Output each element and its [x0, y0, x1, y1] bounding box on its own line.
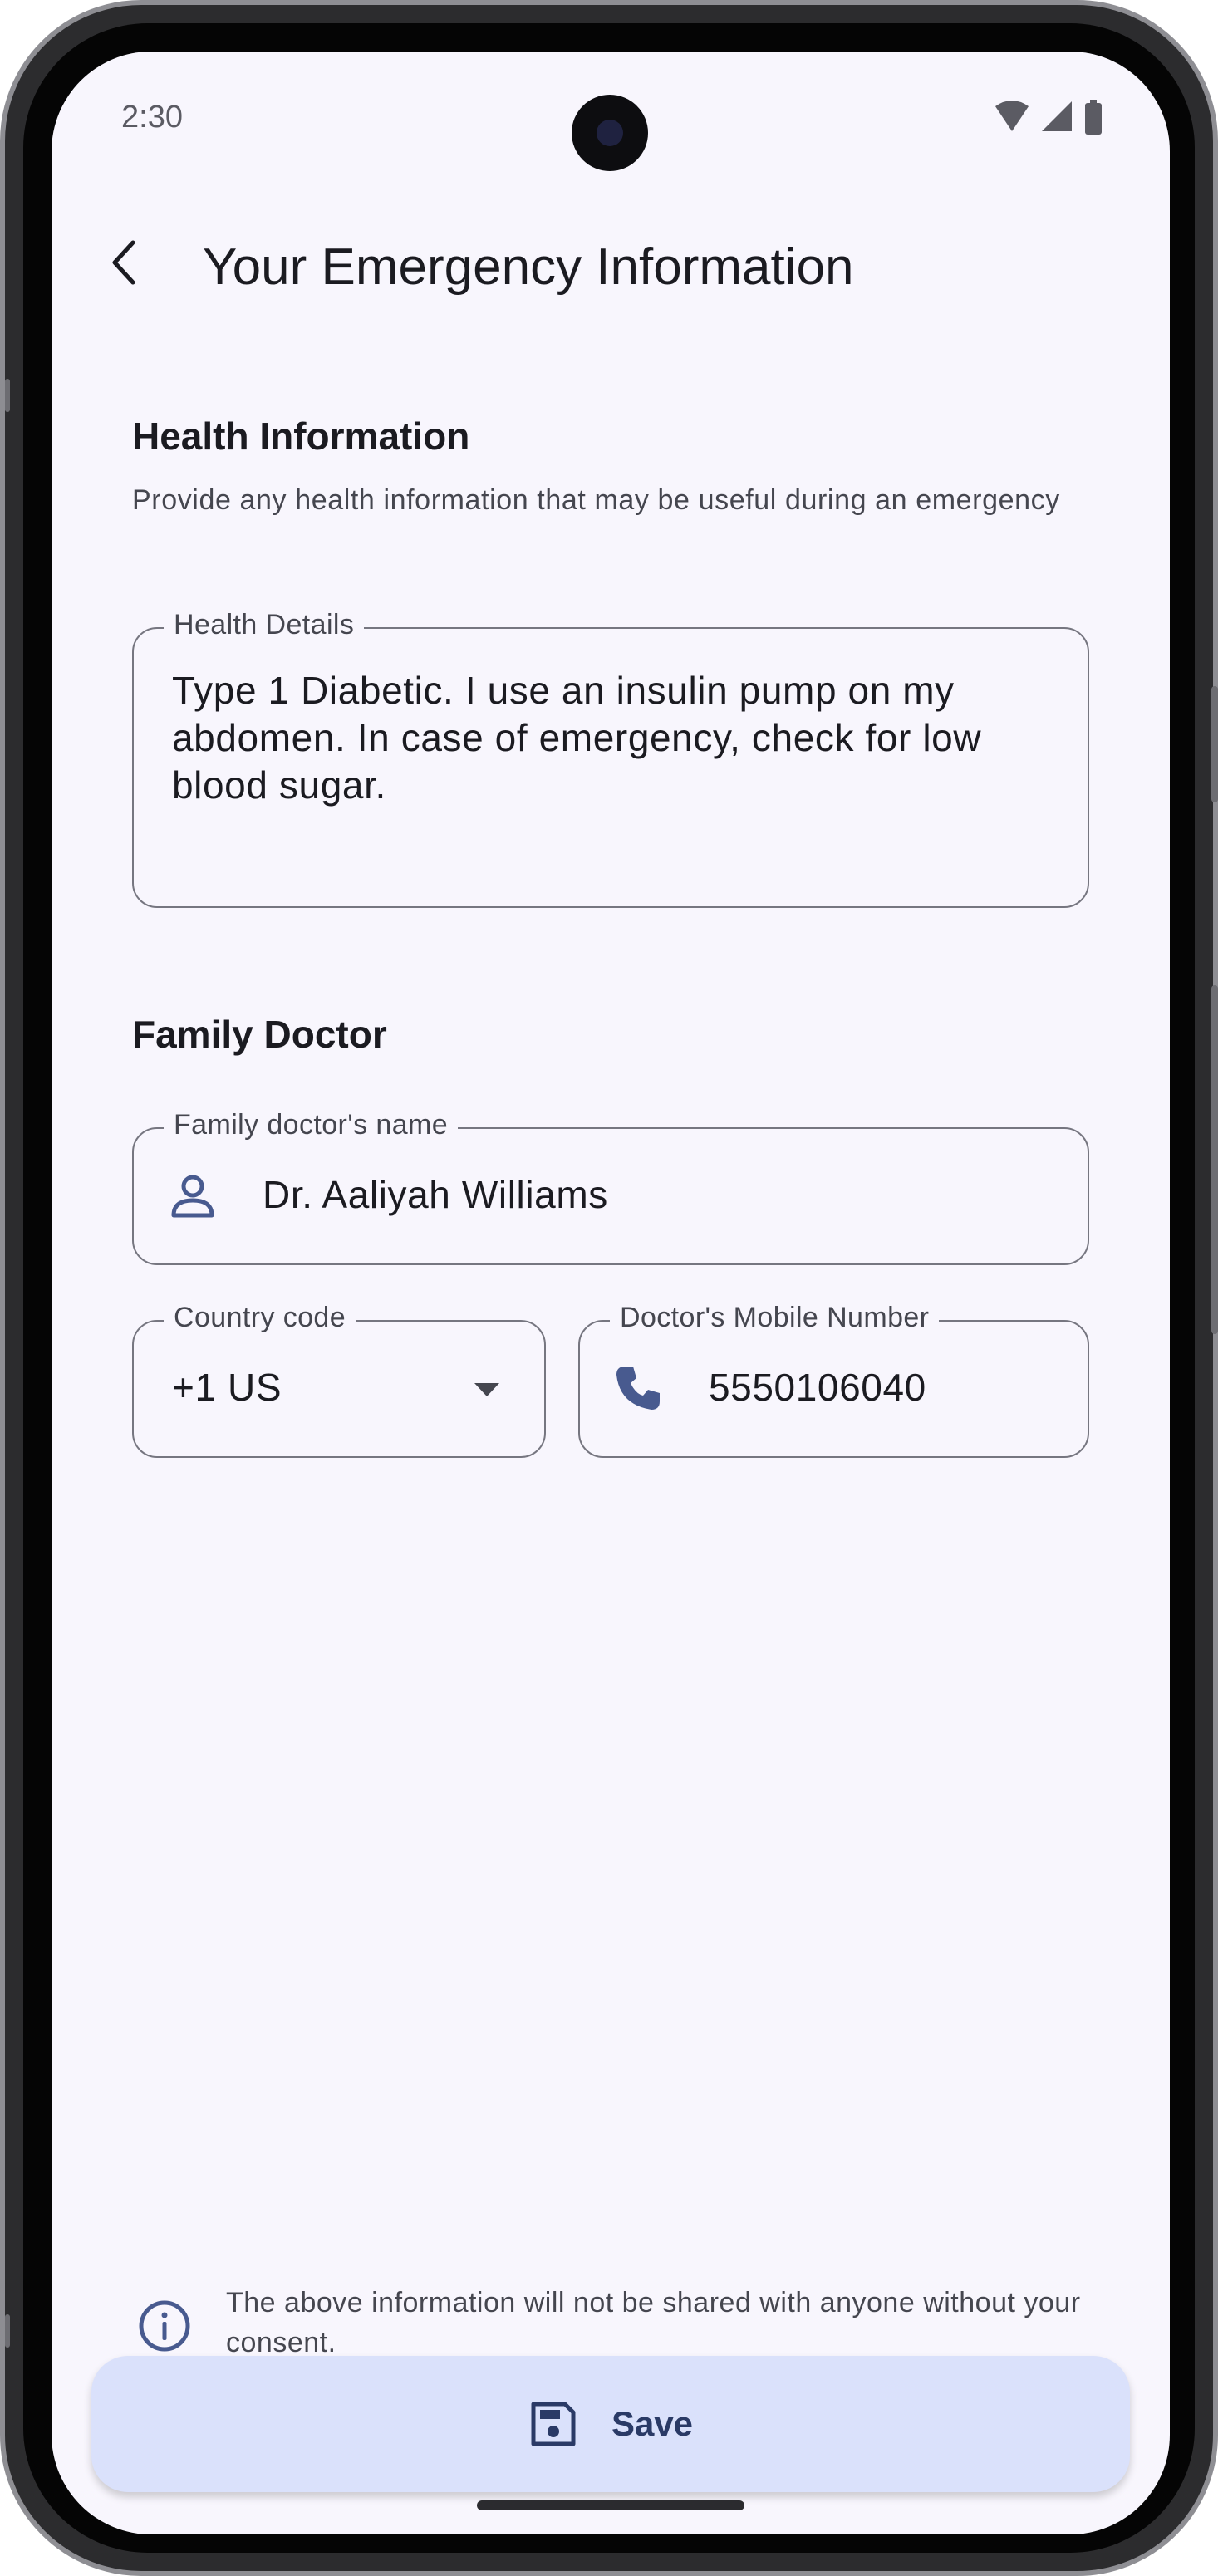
doctor-phone-label: Doctor's Mobile Number — [610, 1302, 940, 1334]
side-button-top — [1211, 686, 1218, 802]
phone-icon — [616, 1367, 660, 1410]
status-time: 2:30 — [121, 100, 183, 135]
doctor-phone-value[interactable]: 5550106040 — [709, 1365, 926, 1410]
side-button-volume — [1211, 985, 1218, 1334]
country-code-label: Country code — [164, 1302, 356, 1334]
info-icon — [139, 2300, 190, 2352]
health-details-label: Health Details — [164, 609, 365, 641]
doctor-name-value[interactable]: Dr. Aaliyah Williams — [263, 1172, 608, 1217]
dropdown-arrow-icon[interactable] — [473, 1381, 501, 1398]
side-button-left-upper — [5, 379, 10, 412]
doctor-name-label: Family doctor's name — [164, 1109, 459, 1141]
health-details-value[interactable]: Type 1 Diabetic. I use an insulin pump o… — [172, 667, 1078, 809]
status-icons — [994, 100, 1103, 135]
doctor-phone-field[interactable]: Doctor's Mobile Number 5550106040 — [578, 1302, 1089, 1458]
page-title: Your Emergency Information — [203, 238, 854, 296]
wifi-icon — [995, 101, 1029, 131]
person-icon — [171, 1175, 214, 1218]
screen: 2:30 Your Emergency Information Health I… — [52, 52, 1170, 2534]
battery-icon — [1085, 100, 1102, 135]
front-camera — [572, 95, 648, 171]
back-arrow-icon[interactable] — [98, 234, 155, 291]
country-code-value: +1 US — [172, 1366, 282, 1409]
country-code-select[interactable]: Country code +1 US — [132, 1302, 546, 1458]
save-button[interactable]: Save — [91, 2356, 1130, 2492]
save-icon — [531, 2402, 576, 2446]
save-button-label: Save — [611, 2404, 694, 2443]
signal-icon — [1042, 101, 1072, 131]
health-details-field[interactable]: Health Details Type 1 Diabetic. I use an… — [132, 609, 1089, 908]
phone-frame: 2:30 Your Emergency Information Health I… — [0, 0, 1218, 2576]
privacy-info-text: The above information will not be shared… — [226, 2287, 1081, 2358]
doctor-section-title: Family Doctor — [132, 1013, 387, 1056]
health-section-description: Provide any health information that may … — [132, 484, 1060, 516]
health-section-title: Health Information — [132, 415, 470, 458]
gesture-home-bar[interactable] — [477, 2500, 744, 2510]
side-button-left-lower — [5, 2314, 10, 2348]
doctor-name-field[interactable]: Family doctor's name Dr. Aaliyah William… — [132, 1109, 1089, 1265]
